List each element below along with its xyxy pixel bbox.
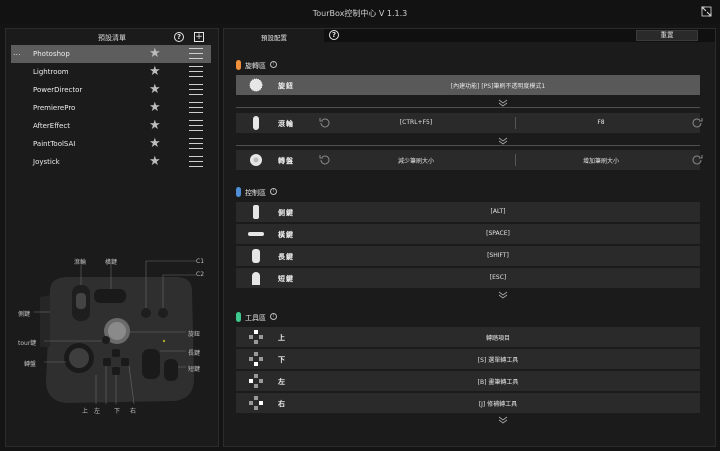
row-dpad-up[interactable]: 上 轉踏項目 (236, 327, 700, 347)
row-short-button[interactable]: 短鍵 [ESC] (236, 268, 700, 288)
device-diagram: 滾輪 橫鍵 C1 C2 側鍵 旋鈕 tour鍵 長鍵 轉盤 短鍵 上 左 下 右 (6, 29, 218, 448)
row-value: [S] 選單轉工具 (477, 357, 519, 364)
row-label: 橫鍵 (278, 231, 294, 239)
scroll-wheel-icon (253, 116, 259, 130)
row-value: [SPACE] (486, 230, 510, 237)
row-dpad-down[interactable]: 下 [S] 選單轉工具 (236, 349, 700, 369)
chevron-down-icon[interactable] (498, 99, 508, 107)
title-bar: TourBox控制中心 V 1.1.3 (0, 0, 720, 24)
dpad-left-icon (249, 374, 263, 388)
label-c1: C1 (196, 258, 205, 265)
row-value: [內建功能] [PS]筆刷不透明度模式1 (450, 83, 546, 90)
rotate-right-icon[interactable] (690, 153, 704, 167)
section-title: 控制區 (245, 189, 266, 197)
row-value: [B] 畫筆轉工具 (477, 379, 519, 386)
label-tall-button: 橫鍵 (105, 259, 118, 266)
expand-icon[interactable] (701, 6, 712, 17)
chevron-down-icon[interactable] (498, 416, 508, 424)
rotate-right-icon[interactable] (690, 116, 704, 130)
row-label: 左 (278, 378, 286, 386)
row-value: [J] 修補轉工具 (478, 401, 518, 408)
long-button-icon (252, 249, 260, 263)
row-value: [ALT] (490, 208, 506, 215)
divider (236, 107, 700, 108)
config-tab-bar: 預設配置 ? 重置 (224, 29, 715, 42)
label-side-button: 側鍵 (18, 311, 31, 318)
row-label: 轉盤 (278, 157, 294, 165)
tab-default-config[interactable]: 預設配置 (224, 29, 324, 42)
dpad-right-icon (249, 396, 263, 410)
row-dial[interactable]: 轉盤 減少筆刷大小 增加筆刷大小 (236, 150, 703, 170)
section-color-dot (236, 187, 241, 197)
tourbox-device-illustration (34, 260, 196, 405)
chevron-down-icon[interactable] (498, 291, 508, 299)
row-label: 右 (278, 400, 286, 408)
section-color-dot (236, 312, 241, 322)
row-label: 側鍵 (278, 209, 294, 217)
row-label: 下 (278, 356, 286, 364)
tab-label: 預設配置 (261, 34, 287, 42)
row-value-left: 減少筆刷大小 (397, 158, 434, 165)
row-long-button[interactable]: 長鍵 [SHIFT] (236, 246, 700, 266)
tall-button-icon (248, 232, 264, 236)
label-c2: C2 (196, 271, 205, 278)
dial-icon (250, 154, 262, 166)
row-value-left: [CTRL+F5] (399, 119, 433, 126)
row-side-button[interactable]: 側鍵 [ALT] (236, 202, 700, 222)
config-panel: 預設配置 ? 重置 旋轉區! 旋鈕 [內建功能] [PS]筆刷不透明度模式1 滾… (223, 28, 716, 447)
label-knob: 滾輪 (74, 259, 87, 266)
row-value-right: F8 (597, 119, 605, 126)
row-label: 上 (278, 334, 286, 342)
chevron-down-icon[interactable] (498, 137, 508, 145)
row-label: 短鍵 (278, 275, 294, 283)
info-icon[interactable]: ! (270, 188, 277, 195)
info-icon[interactable]: ! (270, 61, 277, 68)
dpad-down-icon (249, 352, 263, 366)
label-tour-button: tour鍵 (18, 340, 37, 347)
row-dpad-left[interactable]: 左 [B] 畫筆轉工具 (236, 371, 700, 391)
info-icon[interactable]: ! (270, 313, 277, 320)
section-title: 工具區 (245, 314, 266, 322)
label-left: 左 (94, 408, 101, 415)
label-long-button: 長鍵 (188, 350, 201, 357)
label-dial: 旋鈕 (188, 331, 201, 338)
side-button-icon (253, 205, 259, 219)
label-down: 下 (114, 408, 121, 415)
section-color-dot (236, 60, 241, 70)
row-value: [SHIFT] (487, 252, 509, 259)
row-scroll[interactable]: 滾輪 [CTRL+F5] F8 (236, 113, 703, 133)
row-dpad-right[interactable]: 右 [J] 修補轉工具 (236, 393, 700, 413)
label-scroll: 轉盤 (24, 361, 37, 368)
label-right: 右 (130, 408, 137, 415)
divider (236, 145, 700, 146)
row-value: [ESC] (489, 274, 507, 281)
label-short-button: 短鍵 (188, 366, 201, 373)
dpad-up-icon (249, 330, 263, 344)
row-label: 滾輪 (278, 120, 294, 128)
row-label: 旋鈕 (278, 82, 294, 90)
help-icon[interactable]: ? (329, 30, 339, 40)
short-button-icon (252, 272, 260, 285)
row-value-right: 增加筆刷大小 (582, 158, 619, 165)
row-tall-button[interactable]: 橫鍵 [SPACE] (236, 224, 700, 244)
window-title: TourBox控制中心 V 1.1.3 (312, 9, 408, 18)
knob-icon (249, 78, 263, 92)
reset-button[interactable]: 重置 (636, 30, 698, 41)
row-value: 轉踏項目 (485, 335, 510, 342)
label-up: 上 (82, 408, 89, 415)
row-knob[interactable]: 旋鈕 [內建功能] [PS]筆刷不透明度模式1 (236, 75, 700, 95)
row-label: 長鍵 (278, 253, 294, 261)
preset-panel: 預設清單 ? + ... Photoshop ★ Lightroom ★ Pow… (5, 28, 219, 447)
section-title: 旋轉區 (245, 62, 266, 70)
